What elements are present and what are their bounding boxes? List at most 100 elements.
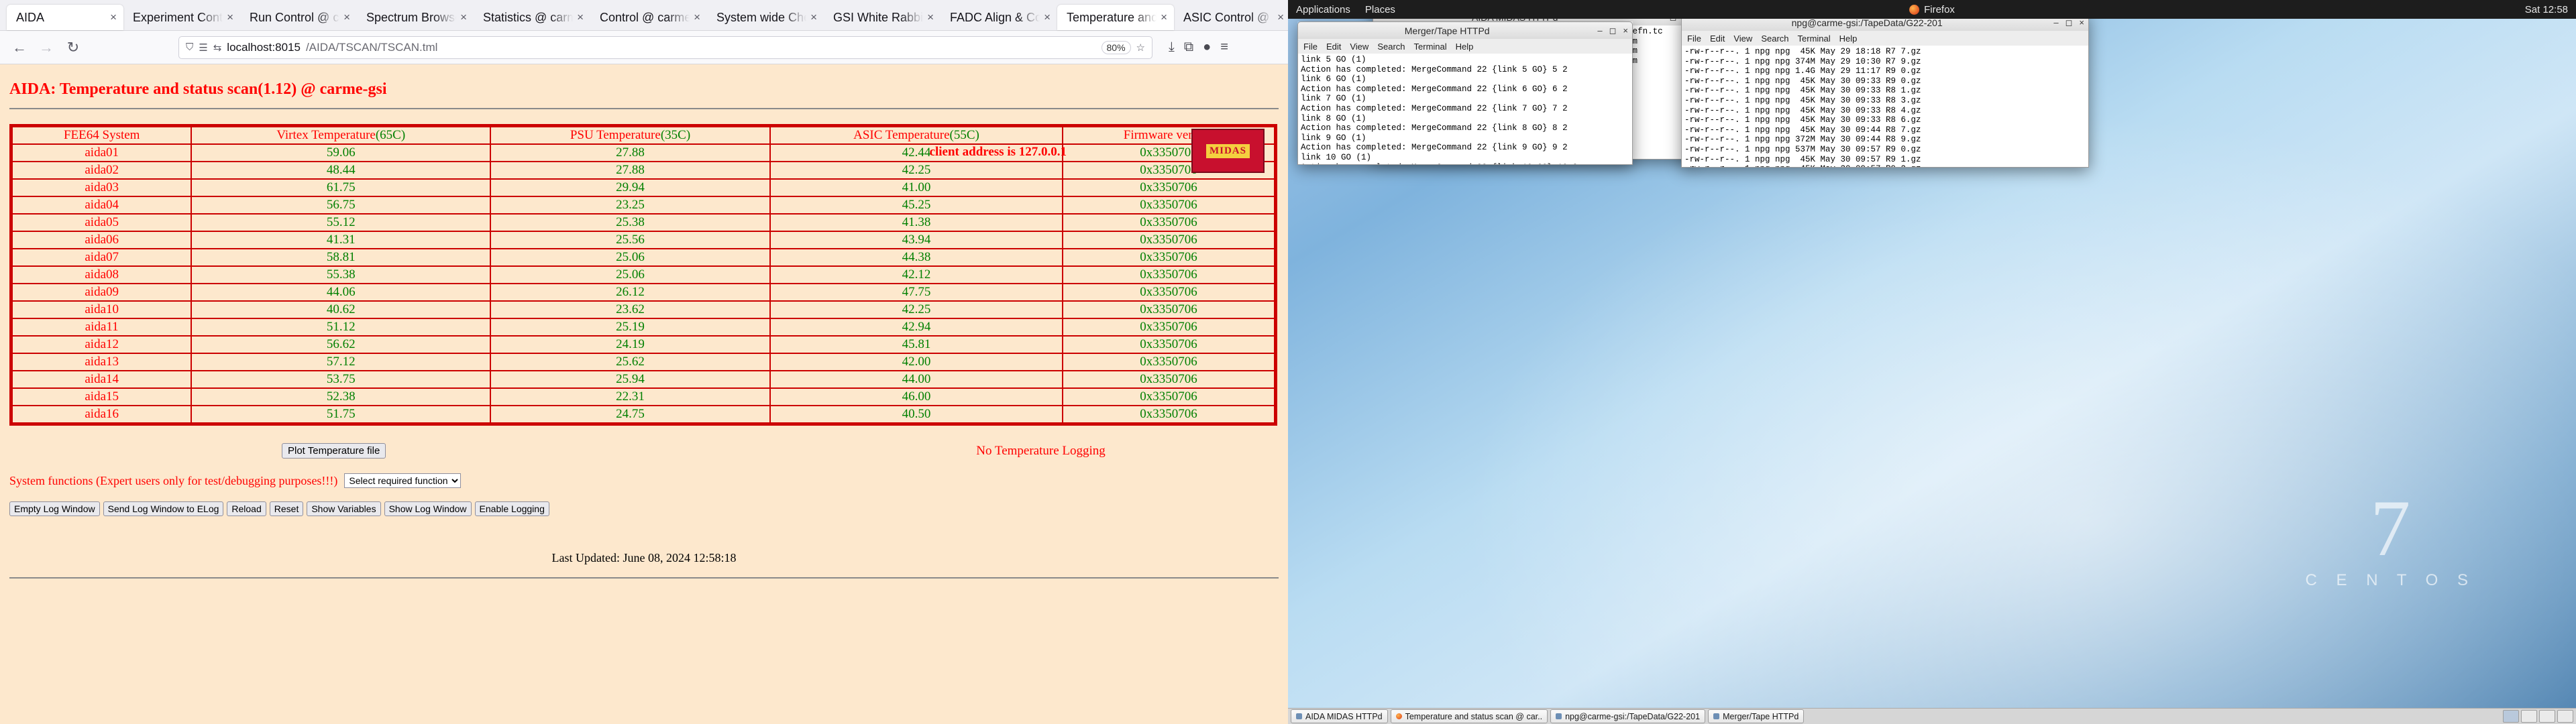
action-button-2[interactable]: Reload: [227, 501, 266, 516]
window-controls: – ◻ ×: [1592, 25, 1628, 36]
workspace-4[interactable]: [2557, 710, 2573, 723]
merger-tape-httpd-window[interactable]: Merger/Tape HTTPd – ◻ × File Edit View Sear…: [1297, 21, 1633, 165]
action-button-0[interactable]: Empty Log Window: [9, 501, 100, 516]
terminal-line: -rw-r--r--. 1 npg npg 45K May 30 09:33 R…: [1684, 106, 2086, 116]
workspace-3[interactable]: [2539, 710, 2555, 723]
close-icon[interactable]: ×: [1623, 25, 1628, 36]
taskbar-label: Merger/Tape HTTPd: [1723, 712, 1799, 721]
menu-item-file[interactable]: File: [1687, 34, 1701, 44]
forward-icon[interactable]: →: [38, 39, 55, 56]
menu-item-search[interactable]: Search: [1761, 34, 1788, 44]
terminal-output-merger[interactable]: link 5 GO (1)Action has completed: Merge…: [1297, 54, 1633, 165]
cell-system: aida08: [11, 266, 192, 284]
cell-asic: 42.94: [770, 318, 1063, 336]
url-host: localhost:8015: [227, 41, 301, 54]
action-button-5[interactable]: Show Log Window: [384, 501, 472, 516]
table-row: aida0855.3825.0642.120x3350706: [11, 266, 1276, 284]
cell-system: aida16: [11, 406, 192, 424]
applications-menu[interactable]: Applications: [1296, 4, 1350, 15]
browser-tab-10[interactable]: ASIC Control @ ca×: [1174, 5, 1291, 30]
browser-tab-5[interactable]: Control @ carme-gsi×: [590, 5, 707, 30]
plot-row: Plot Temperature file No Temperature Log…: [0, 443, 1288, 459]
menu-item-terminal[interactable]: Terminal: [1414, 42, 1447, 52]
terminal-line: -rw-r--r--. 1 npg npg 45K May 29 18:18 R…: [1684, 47, 2086, 57]
back-icon[interactable]: ←: [11, 39, 28, 56]
browser-tab-2[interactable]: Run Control @ carme×: [240, 5, 357, 30]
plot-temperature-file-button[interactable]: Plot Temperature file: [282, 443, 386, 459]
browser-tab-9[interactable]: Temperature and s×: [1057, 5, 1174, 30]
app-menu-icon[interactable]: ≡: [1220, 40, 1228, 55]
browser-tab-3[interactable]: Spectrum Browser×: [357, 5, 474, 30]
tab-close-icon[interactable]: ×: [110, 11, 117, 24]
shield-icon[interactable]: ⛉: [186, 42, 193, 53]
browser-tab-6[interactable]: System wide Check×: [707, 5, 824, 30]
account-icon[interactable]: ●: [1203, 40, 1211, 55]
taskbar-button-0[interactable]: AIDA MIDAS HTTPd: [1291, 709, 1388, 723]
terminal-menubar: File Edit View Search Terminal Help: [1681, 31, 2089, 46]
browser-tab-8[interactable]: FADC Align & Con×: [941, 5, 1057, 30]
tab-close-icon[interactable]: ×: [227, 11, 233, 24]
menu-item-edit[interactable]: Edit: [1326, 42, 1341, 52]
browser-tab-1[interactable]: Experiment Control×: [123, 5, 240, 30]
menu-item-view[interactable]: View: [1733, 34, 1752, 44]
minimize-icon[interactable]: –: [1597, 25, 1602, 36]
cell-firmware: 0x3350706: [1063, 336, 1275, 353]
last-updated-label: Last Updated: June 08, 2024 12:58:18: [0, 551, 1288, 565]
clock[interactable]: Sat 12:58: [2525, 4, 2568, 15]
bookmark-star-icon[interactable]: ☆: [1136, 42, 1145, 54]
terminal-line: link 8 GO (1): [1301, 114, 1629, 124]
reload-icon[interactable]: ↻: [64, 39, 82, 56]
tab-close-icon[interactable]: ×: [1277, 11, 1284, 24]
terminal-line: -rw-r--r--. 1 npg npg 374M May 29 10:30 …: [1684, 57, 2086, 67]
tapedata-terminal-window[interactable]: npg@carme-gsi:/TapeData/G22-201 – ◻ × Fi…: [1681, 13, 2089, 168]
menu-item-view[interactable]: View: [1350, 42, 1368, 52]
menu-item-help[interactable]: Help: [1456, 42, 1474, 52]
tab-close-icon[interactable]: ×: [1044, 11, 1051, 24]
action-button-1[interactable]: Send Log Window to ELog: [103, 501, 224, 516]
menu-item-search[interactable]: Search: [1377, 42, 1405, 52]
taskbar-button-1[interactable]: Temperature and status scan @ car..: [1391, 709, 1548, 723]
tab-close-icon[interactable]: ×: [694, 11, 700, 24]
address-bar[interactable]: ⛉ ☰ ⇆ localhost:8015/AIDA/TSCAN/TSCAN.tm…: [178, 36, 1152, 59]
places-menu[interactable]: Places: [1365, 4, 1395, 15]
zoom-level-badge[interactable]: 80%: [1102, 41, 1131, 54]
action-button-4[interactable]: Show Variables: [307, 501, 380, 516]
menu-item-help[interactable]: Help: [1839, 34, 1858, 44]
tab-close-icon[interactable]: ×: [810, 11, 817, 24]
browser-tab-0[interactable]: AIDA×: [7, 5, 123, 30]
terminal-icon: [1296, 713, 1302, 719]
taskbar-button-2[interactable]: npg@carme-gsi:/TapeData/G22-201: [1550, 709, 1705, 723]
tab-close-icon[interactable]: ×: [577, 11, 584, 24]
active-app-name[interactable]: Firefox: [1924, 4, 1955, 15]
workspace-1[interactable]: [2503, 710, 2519, 723]
firefox-window: AIDA×Experiment Control×Run Control @ ca…: [0, 0, 1288, 724]
top-panel-center: Firefox: [1909, 4, 1955, 15]
browser-tab-4[interactable]: Statistics @ carme×: [474, 5, 590, 30]
table-row: aida0248.4427.8842.250x3350706: [11, 162, 1276, 179]
terminal-output-tape[interactable]: -rw-r--r--. 1 npg npg 45K May 29 18:18 R…: [1681, 46, 2089, 168]
cell-psu: 25.19: [490, 318, 770, 336]
reader-mode-icon[interactable]: ⇆: [213, 42, 222, 54]
table-row: aida0758.8125.0644.380x3350706: [11, 249, 1276, 266]
menu-item-file[interactable]: File: [1303, 42, 1318, 52]
centos-branding: 7 C E N T O S: [2306, 492, 2475, 590]
maximize-icon[interactable]: ◻: [1609, 25, 1617, 36]
tab-close-icon[interactable]: ×: [343, 11, 350, 24]
cell-firmware: 0x3350706: [1063, 266, 1275, 284]
tab-close-icon[interactable]: ×: [460, 11, 467, 24]
function-select[interactable]: Select required function: [344, 473, 461, 488]
tab-close-icon[interactable]: ×: [1161, 11, 1167, 24]
extensions-icon[interactable]: ⧉: [1184, 40, 1193, 55]
action-button-6[interactable]: Enable Logging: [475, 501, 549, 516]
taskbar-button-3[interactable]: Merger/Tape HTTPd: [1708, 709, 1804, 723]
menu-item-edit[interactable]: Edit: [1710, 34, 1725, 44]
menu-item-terminal[interactable]: Terminal: [1798, 34, 1831, 44]
window-titlebar[interactable]: Merger/Tape HTTPd – ◻ ×: [1297, 21, 1633, 39]
page-info-icon[interactable]: ☰: [199, 42, 207, 54]
tab-close-icon[interactable]: ×: [927, 11, 934, 24]
save-to-pocket-icon[interactable]: ⤓: [1169, 40, 1175, 55]
action-button-3[interactable]: Reset: [270, 501, 304, 516]
workspace-2[interactable]: [2521, 710, 2537, 723]
cell-system: aida11: [11, 318, 192, 336]
browser-tab-7[interactable]: GSI White Rabbit×: [824, 5, 941, 30]
